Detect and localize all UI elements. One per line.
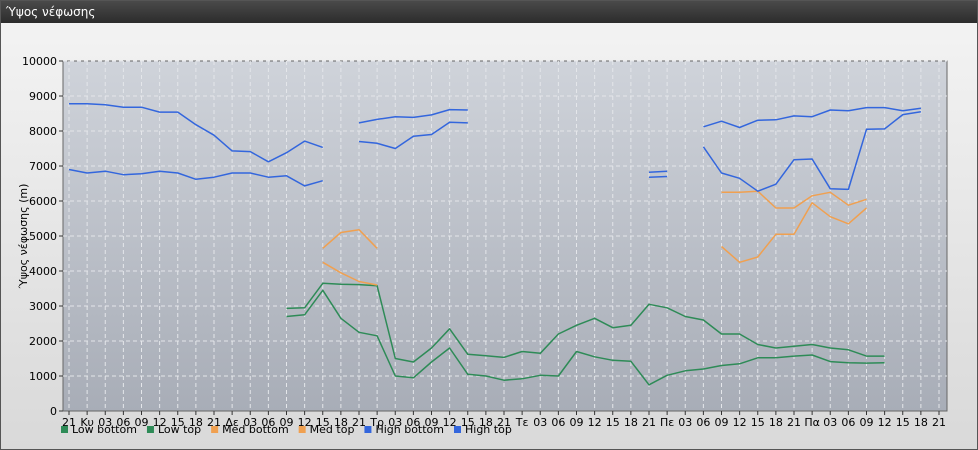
x-tick-label: 15 (896, 416, 910, 429)
x-tick-label: 18 (624, 416, 638, 429)
y-tick-label: 4000 (29, 265, 57, 278)
x-tick-label: 12 (878, 416, 892, 429)
legend-swatch (61, 426, 68, 433)
x-tick-label: Τε (515, 416, 529, 429)
x-tick-label: 03 (533, 416, 547, 429)
legend-label: Low bottom (72, 423, 137, 436)
legend-swatch (364, 426, 372, 433)
y-tick-label: 7000 (29, 160, 57, 173)
y-tick-label: 10000 (22, 55, 57, 68)
y-tick-label: 6000 (29, 195, 57, 208)
x-tick-label: 03 (678, 416, 692, 429)
cloud-height-chart: 0 1000 2000 3000 4000 5000 6000 7000 8000 9000 100… (17, 55, 948, 436)
x-tick-label: 09 (860, 416, 874, 429)
x-tick-label: 15 (751, 416, 765, 429)
series-line-segment (648, 175, 668, 178)
window-title: Ύψος νέφωσης (1, 1, 977, 23)
x-tick-label: 21 (642, 416, 656, 429)
y-tick-label: 0 (50, 405, 57, 418)
x-tick-label: 12 (588, 416, 602, 429)
legend-swatch (298, 426, 306, 433)
y-tick-label: 2000 (29, 335, 57, 348)
y-tick-label: 9000 (29, 90, 57, 103)
x-tick-label: 21 (787, 416, 801, 429)
legend-swatch (211, 426, 219, 433)
legend-label: Low top (158, 423, 201, 436)
x-tick-label: 06 (841, 416, 855, 429)
legend-label: Med bottom (222, 423, 289, 436)
x-tick-label: 09 (570, 416, 584, 429)
x-tick-label: 12 (733, 416, 747, 429)
chart-panel: Ύψος νέφωσης 0 1000 2000 3000 4000 5000 6000 70… (0, 0, 978, 450)
legend-label: High top (465, 423, 512, 436)
legend-swatch (454, 426, 461, 433)
x-tick-label: 18 (914, 416, 928, 429)
x-tick-label: Πα (804, 416, 820, 429)
x-tick-label: 15 (606, 416, 620, 429)
y-tick-label: 5000 (29, 230, 57, 243)
legend-label: High bottom (375, 423, 444, 436)
y-tick-label: 1000 (29, 370, 57, 383)
x-tick-label: 06 (696, 416, 710, 429)
x-tick-label: Πε (660, 416, 674, 429)
x-tick-label: 21 (932, 416, 946, 429)
x-tick-label: 03 (823, 416, 837, 429)
y-axis-label: Ύψος νέφωσης (m) (17, 184, 30, 290)
x-tick-label: 09 (715, 416, 729, 429)
legend-label: Med top (310, 423, 355, 436)
x-tick-label: 06 (551, 416, 565, 429)
y-tick-label: 8000 (29, 125, 57, 138)
x-tick-label: 18 (769, 416, 783, 429)
y-tick-label: 3000 (29, 300, 57, 313)
legend-swatch (146, 426, 154, 433)
